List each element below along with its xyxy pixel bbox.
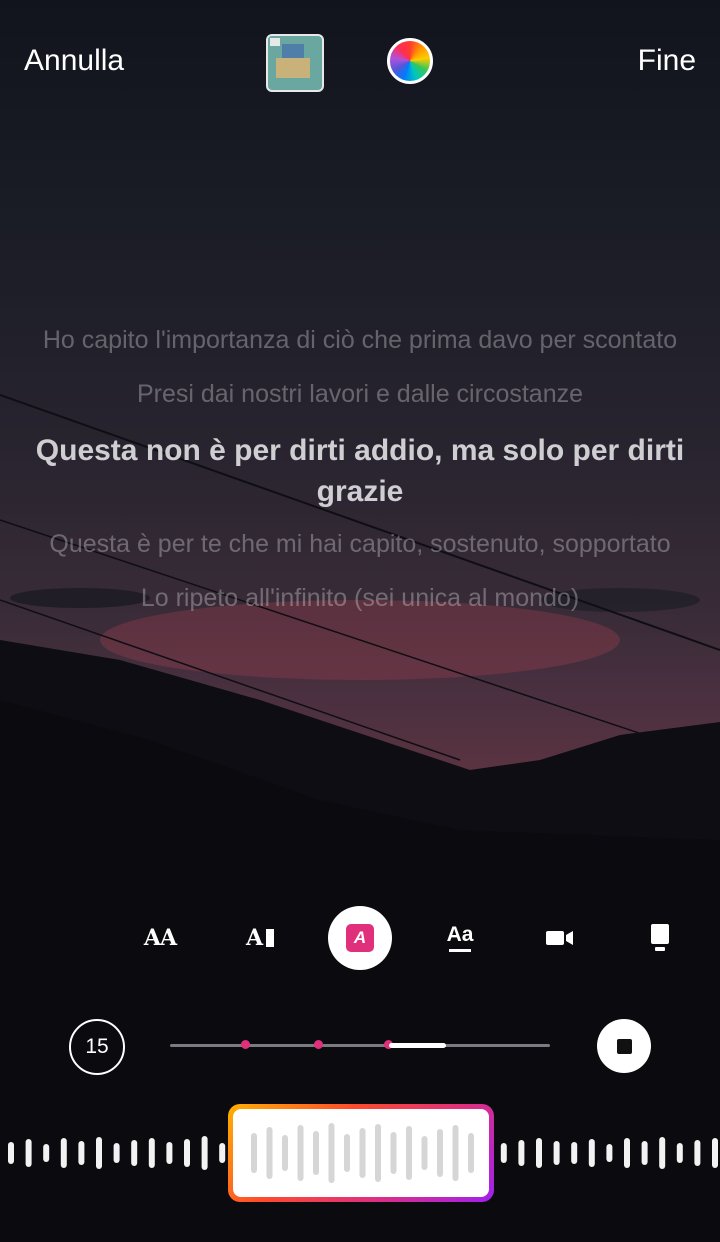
waveform-bar <box>78 1141 85 1165</box>
waveform-bar <box>694 1140 701 1166</box>
text-cursor-button[interactable]: A <box>228 906 292 970</box>
text-size-button[interactable]: AA <box>128 906 192 970</box>
waveform-bar <box>313 1131 319 1175</box>
clip-selection-window <box>233 1109 489 1197</box>
waveform-bar <box>131 1140 138 1166</box>
camera-style-button[interactable] <box>528 906 592 970</box>
lyric-line-active: Questa non è per dirti addio, ma solo pe… <box>35 434 685 508</box>
stop-button[interactable] <box>597 1019 651 1073</box>
waveform-bar <box>25 1139 32 1167</box>
text-size-icon: AA <box>143 925 177 951</box>
card-style-button[interactable] <box>628 906 692 970</box>
lyric-marker <box>314 1040 323 1049</box>
lyrics-panel: Ho capito l'importanza di ciò che prima … <box>0 322 720 634</box>
story-editor: Annulla Fine Ho capito l'importanza di c… <box>0 0 720 1242</box>
waveform-bar <box>536 1138 542 1168</box>
waveform-bar <box>166 1142 173 1164</box>
waveform-bar <box>659 1137 666 1169</box>
waveform-bar <box>641 1141 648 1165</box>
highlight-style-icon: A <box>346 924 374 952</box>
waveform-bar <box>452 1125 459 1181</box>
clip-selector[interactable] <box>228 1104 494 1202</box>
waveform-bar <box>553 1141 560 1165</box>
waveform-bar <box>624 1138 630 1168</box>
waveform-bar <box>500 1143 507 1163</box>
waveform-bar <box>266 1127 273 1179</box>
waveform-bar <box>421 1136 428 1170</box>
waveform-bar <box>518 1140 525 1166</box>
lyric-line: Presi dai nostri lavori e dalle circosta… <box>136 380 584 408</box>
waveform-bar <box>219 1143 226 1163</box>
playback-progress <box>389 1043 446 1048</box>
waveform-bar <box>375 1124 381 1182</box>
waveform-bar <box>571 1142 578 1164</box>
album-art-thumbnail[interactable] <box>266 34 324 92</box>
waveform-bar <box>297 1125 304 1181</box>
duration-button[interactable]: 15 <box>69 1019 125 1075</box>
waveform-bar <box>282 1135 288 1171</box>
lyric-marker <box>241 1040 250 1049</box>
waveform-bar <box>588 1139 595 1167</box>
waveform-bar <box>8 1142 14 1164</box>
underline-style-icon: Aa <box>447 924 473 952</box>
text-cursor-icon: A <box>246 925 275 951</box>
waveform-bar <box>468 1133 474 1173</box>
waveform-bar <box>406 1126 412 1180</box>
lyrics-style-toolbar: AA A A Aa <box>0 906 720 972</box>
waveform-bar <box>676 1143 683 1163</box>
waveform-bar <box>712 1138 718 1168</box>
waveform-bar <box>328 1123 335 1183</box>
lyric-line: Lo ripeto all'infinito (sei unica al mon… <box>140 584 580 612</box>
waveform-bar <box>251 1133 257 1173</box>
selected-waveform <box>251 1123 474 1183</box>
highlight-style-button[interactable]: A <box>328 906 392 970</box>
cancel-button[interactable]: Annulla <box>24 44 124 78</box>
waveform-bar <box>201 1136 208 1170</box>
waveform-bar <box>148 1138 155 1168</box>
waveform-bar <box>113 1143 120 1163</box>
waveform-bar <box>43 1144 50 1162</box>
lyric-line: Questa è per te che mi hai capito, soste… <box>49 530 671 558</box>
waveform-bar <box>60 1138 67 1168</box>
album-art-icon <box>268 36 318 86</box>
waveform-bar <box>96 1137 102 1169</box>
stop-icon <box>616 1038 632 1054</box>
waveform-bar <box>437 1129 443 1177</box>
color-picker-button[interactable] <box>387 38 433 84</box>
playback-track[interactable] <box>170 1040 550 1049</box>
camera-style-icon <box>546 931 573 945</box>
waveform-bar <box>606 1144 613 1162</box>
waveform-bar <box>390 1132 397 1174</box>
underline-style-button[interactable]: Aa <box>428 906 492 970</box>
done-button[interactable]: Fine <box>638 44 696 78</box>
lyric-line: Ho capito l'importanza di ciò che prima … <box>42 326 678 354</box>
waveform-bar <box>344 1134 350 1172</box>
card-style-icon <box>651 924 669 951</box>
waveform-bar <box>359 1128 366 1178</box>
top-bar: Annulla Fine <box>0 30 720 94</box>
waveform-bar <box>184 1139 190 1167</box>
